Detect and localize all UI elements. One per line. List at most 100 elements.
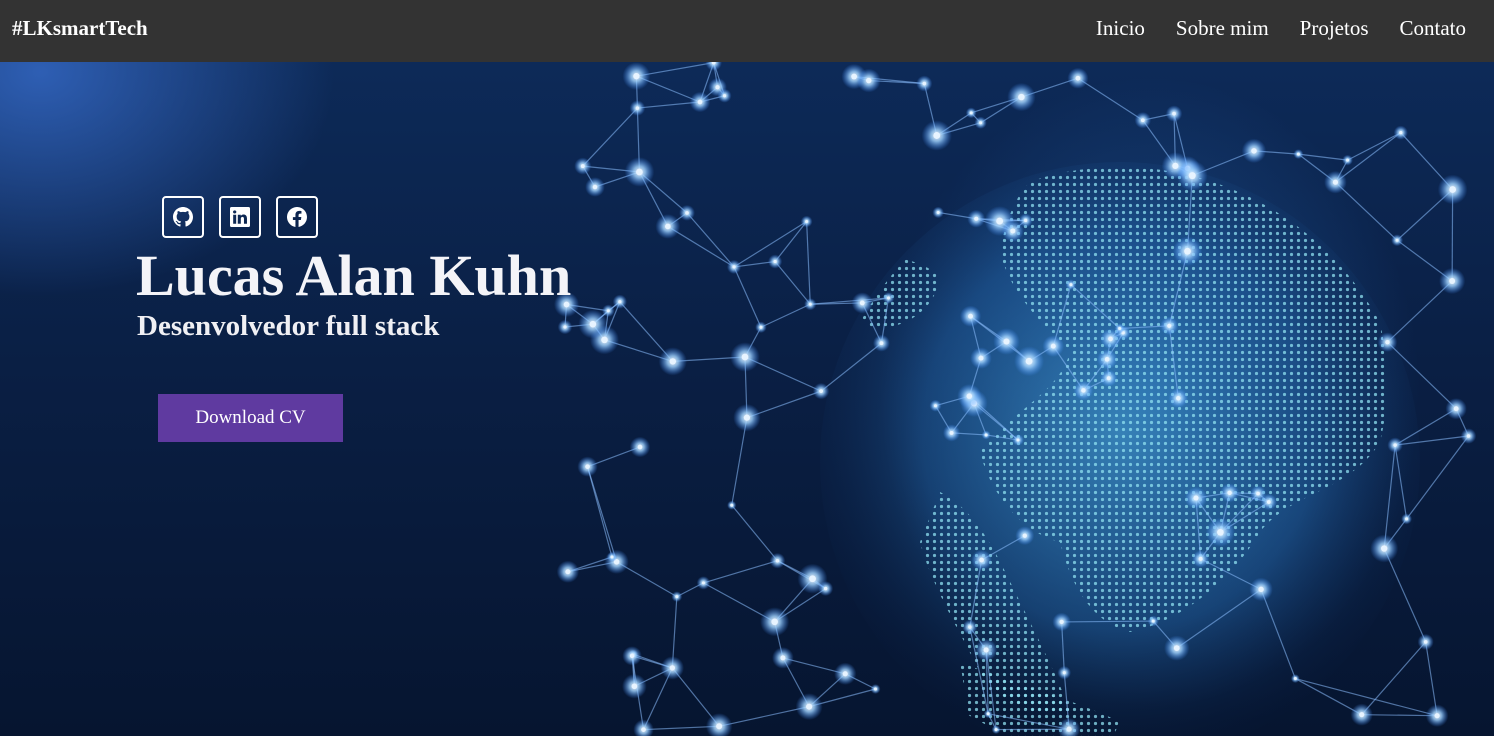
network-node-core — [983, 647, 989, 653]
network-node-core — [730, 503, 734, 507]
brand-logo[interactable]: #LKsmartTech — [12, 16, 148, 41]
network-node-core — [759, 325, 763, 329]
network-node-core — [716, 723, 723, 730]
network-node-core — [806, 703, 813, 710]
network-node-core — [1151, 619, 1155, 623]
network-node-core — [633, 72, 640, 80]
network-node-core — [1393, 443, 1397, 447]
facebook-button[interactable] — [276, 196, 318, 238]
network-node-core — [1176, 395, 1181, 401]
nav-link-projetos[interactable]: Projetos — [1300, 16, 1369, 41]
network-node-core — [969, 111, 973, 115]
network-node-core — [1381, 545, 1388, 552]
linkedin-button[interactable] — [219, 196, 261, 238]
network-node-core — [635, 106, 640, 110]
network-node-core — [1104, 356, 1110, 362]
network-node-core — [1118, 326, 1122, 330]
network-node-core — [1256, 491, 1260, 496]
network-node-core — [1024, 218, 1028, 223]
network-node-core — [601, 336, 608, 344]
network-node-core — [978, 355, 984, 361]
network-node-core — [1016, 438, 1020, 442]
network-node-core — [994, 728, 998, 732]
network-node-core — [618, 300, 622, 304]
network-node-core — [966, 393, 973, 399]
network-node-core — [1066, 726, 1072, 732]
network-node-core — [697, 99, 703, 105]
network-node-core — [979, 121, 983, 125]
network-node-core — [780, 655, 786, 661]
network-node-core — [866, 77, 872, 84]
network-node-core — [886, 296, 890, 300]
network-node-core — [585, 464, 590, 469]
network-node-core — [1193, 495, 1199, 501]
network-node-core — [974, 216, 979, 221]
network-node-core — [685, 211, 689, 215]
profile-role: Desenvolvedor full stack — [137, 310, 440, 342]
network-node-core — [949, 430, 954, 435]
network-node-core — [1346, 158, 1350, 162]
network-node-core — [1075, 75, 1081, 81]
network-node-core — [805, 220, 809, 224]
network-node-core — [1025, 357, 1033, 365]
network-node-core — [606, 309, 610, 313]
network-node-core — [1069, 283, 1073, 287]
network-node-core — [1173, 645, 1180, 651]
download-cv-button[interactable]: Download CV — [158, 394, 343, 442]
nav-link-sobre-mim[interactable]: Sobre mim — [1176, 16, 1269, 41]
network-node-core — [701, 581, 705, 585]
network-node-core — [873, 687, 877, 691]
network-node-core — [592, 184, 598, 190]
network-node-core — [968, 625, 972, 629]
nav-menu: Inicio Sobre mim Projetos Contato — [1096, 16, 1466, 41]
network-node-core — [1434, 713, 1440, 719]
network-node-core — [808, 302, 812, 306]
profile-name: Lucas Alan Kuhn — [136, 243, 572, 308]
network-node-core — [669, 358, 677, 365]
network-node-core — [1184, 247, 1191, 255]
network-node-core — [859, 300, 865, 306]
network-node-core — [743, 414, 751, 421]
network-node-core — [1018, 93, 1025, 101]
network-node-core — [1293, 677, 1297, 681]
network-node-core — [996, 217, 1004, 225]
network-node-core — [1332, 179, 1339, 185]
network-node-core — [722, 94, 727, 98]
network-node-core — [1359, 712, 1365, 718]
network-node-core — [1022, 533, 1027, 538]
network-node-core — [1395, 238, 1399, 242]
network-node-core — [933, 404, 937, 408]
linkedin-icon — [230, 207, 250, 227]
network-node-core — [732, 265, 736, 269]
network-node-core — [979, 557, 984, 563]
network-node-core — [984, 433, 988, 437]
network-node-core — [1227, 490, 1232, 495]
network-node-core — [741, 353, 749, 361]
network-node-core — [819, 389, 823, 393]
network-node-core — [669, 665, 675, 671]
network-node-core — [1258, 586, 1264, 593]
network-node-core — [842, 671, 848, 677]
network-node-core — [1198, 556, 1203, 561]
network-node-core — [637, 444, 643, 450]
nav-link-inicio[interactable]: Inicio — [1096, 16, 1145, 41]
network-node-core — [986, 712, 990, 716]
navbar: #LKsmartTech Inicio Sobre mim Projetos C… — [0, 0, 1494, 62]
network-node-core — [589, 320, 597, 328]
network-node-core — [936, 210, 940, 214]
hero-section: Lucas Alan Kuhn Desenvolvedor full stack… — [0, 62, 1494, 736]
network-node-core — [580, 164, 585, 169]
network-node-core — [1296, 152, 1300, 156]
network-node-core — [933, 132, 941, 139]
network-node-core — [565, 569, 571, 575]
network-node-core — [636, 168, 643, 176]
network-node-core — [1081, 388, 1086, 393]
network-node-core — [665, 223, 671, 230]
network-node-core — [1062, 671, 1066, 675]
social-links — [162, 196, 318, 238]
nav-link-contato[interactable]: Contato — [1400, 16, 1467, 41]
network-node-core — [629, 653, 635, 659]
network-node-core — [1405, 517, 1409, 521]
network-node-core — [1140, 118, 1145, 123]
github-button[interactable] — [162, 196, 204, 238]
